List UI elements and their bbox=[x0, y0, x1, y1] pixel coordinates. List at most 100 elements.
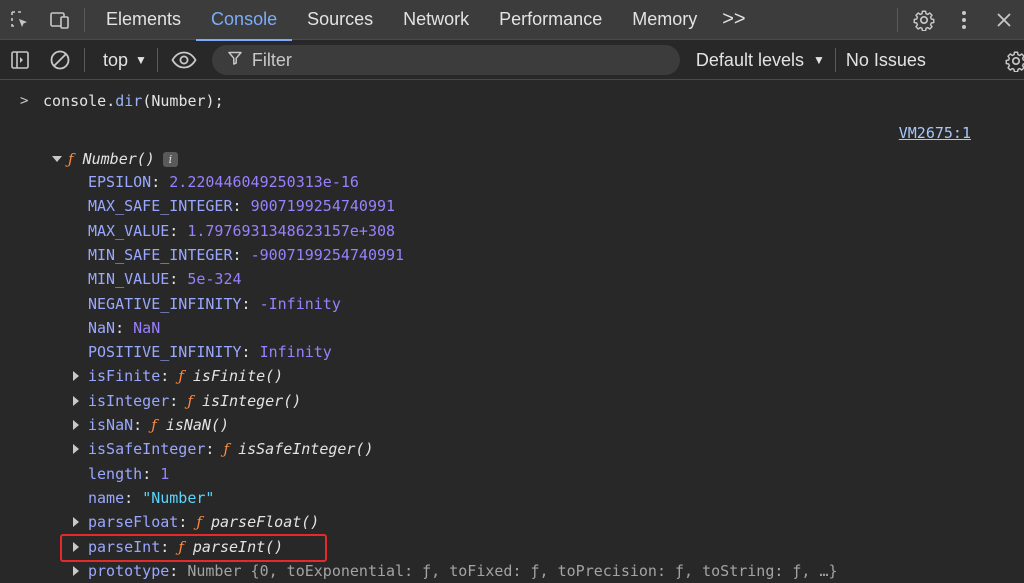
command-function: dir bbox=[115, 92, 143, 110]
log-levels-dropdown[interactable]: Default levels ▼ bbox=[696, 50, 825, 71]
property-value: isSafeInteger() bbox=[238, 440, 374, 459]
tab-elements[interactable]: Elements bbox=[91, 0, 196, 40]
tree-root-number-function[interactable]: ƒ Number() i bbox=[52, 148, 178, 170]
function-symbol: ƒ bbox=[68, 150, 74, 168]
collapsed-triangle-icon[interactable] bbox=[73, 565, 79, 576]
tab-network[interactable]: Network bbox=[388, 0, 484, 40]
property-row-min-safe-integer: MIN_SAFE_INTEGER: -9007199254740991 bbox=[88, 244, 404, 266]
show-sidebar-icon[interactable] bbox=[0, 40, 40, 80]
filter-input[interactable] bbox=[251, 49, 632, 71]
property-value: NaN bbox=[133, 318, 161, 337]
property-colon: : bbox=[232, 197, 251, 216]
property-colon: : bbox=[151, 173, 170, 191]
property-row-max-safe-integer: MAX_SAFE_INTEGER: 9007199254740991 bbox=[88, 195, 395, 217]
property-key: isInteger bbox=[88, 391, 170, 410]
command-dot: . bbox=[106, 92, 116, 110]
info-icon[interactable]: i bbox=[162, 151, 178, 167]
property-row-isnan[interactable]: isNaN: ƒ isNaN() bbox=[73, 414, 230, 436]
property-value: Infinity bbox=[259, 343, 332, 362]
property-colon: : bbox=[160, 367, 179, 386]
tabbar-right-actions bbox=[893, 0, 1024, 40]
tab-performance[interactable]: Performance bbox=[484, 0, 617, 40]
property-key: MAX_VALUE bbox=[88, 221, 170, 240]
property-value: 1 bbox=[160, 464, 170, 483]
live-expression-eye-icon[interactable] bbox=[164, 40, 204, 80]
dropdown-caret-icon: ▼ bbox=[812, 53, 825, 67]
property-key: isSafeInteger bbox=[88, 440, 206, 459]
property-value: isFinite() bbox=[192, 367, 284, 386]
property-colon: : bbox=[232, 245, 251, 264]
dropdown-caret-icon: ▼ bbox=[135, 53, 147, 67]
property-key: isFinite bbox=[88, 367, 161, 386]
property-value: isNaN() bbox=[165, 416, 230, 434]
property-row-issafeinteger[interactable]: isSafeInteger: ƒ isSafeInteger() bbox=[73, 438, 374, 460]
collapsed-triangle-icon[interactable] bbox=[73, 517, 79, 528]
console-toolbar: top ▼ Default levels ▼ No Issues bbox=[0, 41, 1024, 80]
property-colon: : bbox=[205, 440, 224, 459]
collapsed-triangle-icon[interactable] bbox=[73, 420, 79, 430]
more-tabs-button[interactable]: >> bbox=[712, 0, 755, 40]
tab-memory[interactable]: Memory bbox=[617, 0, 712, 40]
collapsed-triangle-icon[interactable] bbox=[73, 395, 79, 406]
tab-console[interactable]: Console bbox=[196, 0, 293, 41]
property-key: POSITIVE_INFINITY bbox=[88, 343, 242, 362]
tab-sources[interactable]: Sources bbox=[292, 0, 388, 40]
command-args: (Number); bbox=[142, 92, 224, 110]
property-key: isNaN bbox=[88, 416, 134, 434]
property-colon: : bbox=[142, 464, 161, 483]
input-prompt-chevron-icon: > bbox=[20, 93, 29, 109]
console-command: console.dir(Number); bbox=[43, 92, 224, 110]
console-settings-gear-icon[interactable] bbox=[996, 41, 1024, 81]
function-name: Number() bbox=[82, 150, 155, 168]
property-value: "Number" bbox=[142, 488, 215, 507]
property-row-isinteger[interactable]: isInteger: ƒ isInteger() bbox=[73, 390, 302, 412]
property-row-nan: NaN: NaN bbox=[88, 317, 160, 339]
expanded-triangle-icon[interactable] bbox=[52, 156, 62, 162]
property-row-positive-infinity: POSITIVE_INFINITY: Infinity bbox=[88, 341, 332, 363]
property-colon: : bbox=[133, 416, 152, 434]
source-location-link[interactable]: VM2675:1 bbox=[899, 124, 971, 142]
collapsed-triangle-icon[interactable] bbox=[73, 444, 79, 455]
property-key: NEGATIVE_INFINITY bbox=[88, 294, 242, 313]
property-row-negative-infinity: NEGATIVE_INFINITY: -Infinity bbox=[88, 293, 341, 315]
issues-counter[interactable]: No Issues bbox=[834, 48, 926, 72]
toolbar-divider bbox=[897, 8, 898, 32]
close-icon[interactable] bbox=[984, 0, 1024, 40]
collapsed-triangle-icon[interactable] bbox=[73, 371, 79, 382]
clear-console-icon[interactable] bbox=[40, 40, 80, 80]
settings-gear-icon[interactable] bbox=[904, 0, 944, 40]
property-row-isfinite[interactable]: isFinite: ƒ isFinite() bbox=[73, 365, 284, 387]
property-value: -Infinity bbox=[259, 294, 341, 313]
device-toolbar-icon[interactable] bbox=[40, 0, 80, 40]
property-row-parsefloat[interactable]: parseFloat: ƒ parseFloat() bbox=[73, 511, 320, 533]
property-value: parseFloat() bbox=[210, 513, 320, 532]
property-colon: : bbox=[169, 561, 188, 580]
property-value: isInteger() bbox=[201, 391, 302, 410]
more-options-kebab-icon[interactable] bbox=[944, 0, 984, 40]
property-row-name: name: "Number" bbox=[88, 487, 214, 509]
command-object: console bbox=[43, 92, 107, 110]
property-key: parseFloat bbox=[88, 513, 179, 532]
javascript-context-select[interactable]: top ▼ bbox=[103, 50, 147, 71]
property-colon: : bbox=[241, 343, 260, 362]
devtools-tab-bar: Elements Console Sources Network Perform… bbox=[0, 0, 1024, 41]
property-key: NaN bbox=[88, 318, 116, 337]
property-colon: : bbox=[241, 294, 260, 313]
inspect-element-icon[interactable] bbox=[0, 0, 40, 40]
property-value: 5e-324 bbox=[187, 270, 242, 289]
property-value: 9007199254740991 bbox=[250, 197, 396, 216]
property-key: MAX_SAFE_INTEGER bbox=[88, 197, 233, 216]
property-value: 1.7976931348623157e+308 bbox=[187, 221, 396, 240]
console-output: > console.dir(Number); VM2675:1 ƒ Number… bbox=[0, 81, 1024, 583]
property-key: name bbox=[88, 488, 125, 507]
property-row-length: length: 1 bbox=[88, 463, 169, 485]
property-colon: : bbox=[124, 488, 143, 507]
toolbar-divider bbox=[84, 7, 85, 32]
highlight-annotation bbox=[60, 534, 327, 562]
property-colon: : bbox=[115, 318, 134, 337]
property-row-prototype[interactable]: prototype: Number {0, toExponential: ƒ, … bbox=[73, 560, 838, 582]
filter-box bbox=[211, 45, 680, 75]
